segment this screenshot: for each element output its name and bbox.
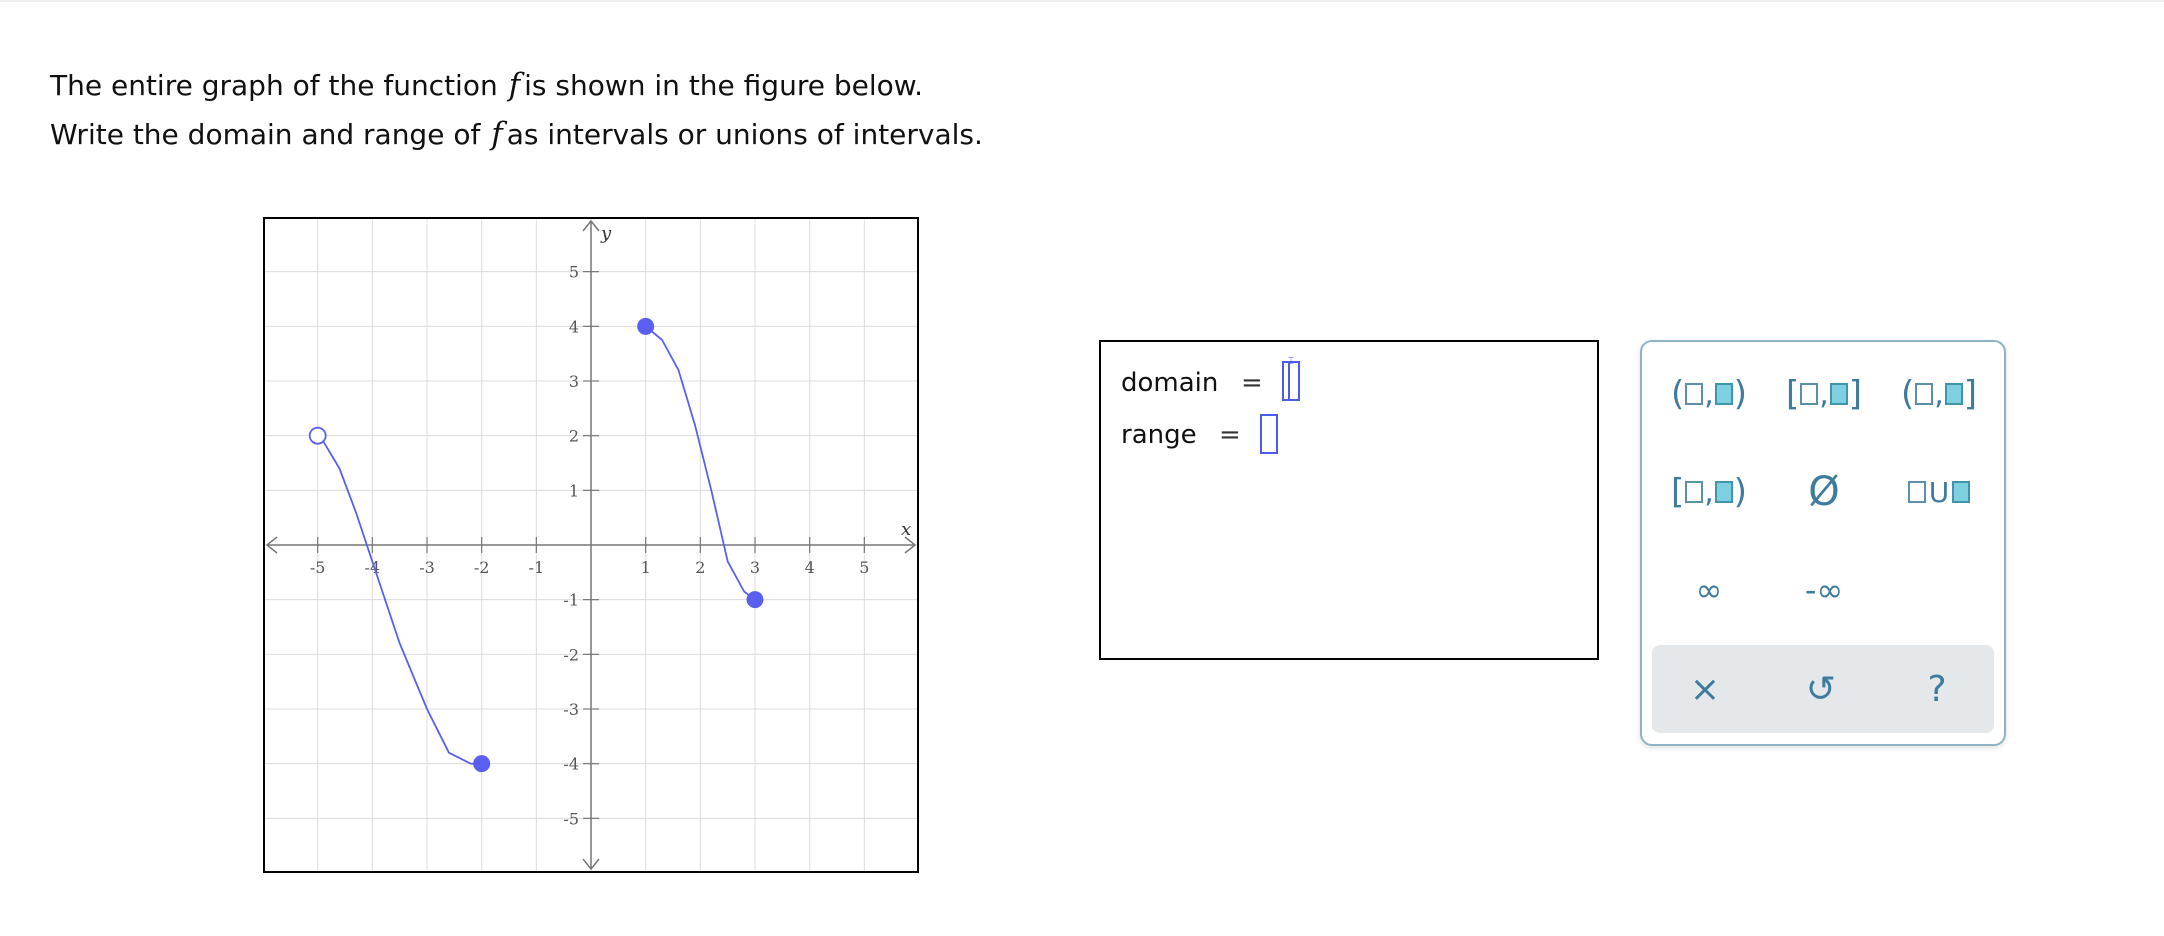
question-line-2: Write the domain and range of f as interv… [50,116,983,152]
comma-glyph: , [1704,376,1714,412]
blank-box-icon [1915,383,1934,405]
help-icon: ? [1927,668,1947,710]
x-tick-label: -2 [474,558,490,577]
paren-glyph: ( [1900,374,1915,414]
x-tick-label: -1 [529,558,545,577]
closed-open-interval-button[interactable]: [,) [1654,462,1764,522]
comma-glyph: , [1934,376,1944,412]
bracket-glyph: ] [1848,374,1863,414]
y-axis-label: y [600,223,612,244]
question-text: The entire graph of the function [50,69,498,102]
x-tick-label: -3 [419,558,435,577]
union-icon: U [1928,475,1950,509]
clear-button[interactable]: × [1660,645,1750,733]
union-button[interactable]: U [1884,462,1994,522]
range-label: range [1121,420,1197,450]
x-tick-label: 3 [750,558,760,577]
negative-infinity-icon: -∞ [1804,571,1844,609]
bracket-glyph: [ [1785,374,1800,414]
empty-set-icon: Ø [1808,469,1840,515]
comma-glyph: , [1819,376,1829,412]
y-tick-label: -2 [563,645,579,664]
open-open-interval-button[interactable]: (,) [1654,364,1764,424]
y-tick-label: -3 [563,700,579,719]
y-tick-label: 3 [569,372,579,391]
question-line-1: The entire graph of the function f is sho… [50,67,923,103]
x-tick-label: 4 [805,558,815,577]
paren-glyph: ( [1670,374,1685,414]
comma-glyph: , [1704,474,1714,510]
help-button[interactable]: ? [1892,645,1982,733]
negative-infinity-button[interactable]: -∞ [1769,560,1879,620]
bracket-glyph: [ [1670,472,1685,512]
equals-sign: = [1241,368,1263,398]
filled-box-icon [1952,481,1971,503]
question-text: is shown in the figure below. [524,69,923,102]
y-tick-label: 1 [569,481,579,500]
function-graph: xy -5 -4 -3 -2 -1 1 2 3 4 5 5 4 3 2 1 -1 -2 -3 -4 -5 [263,217,919,873]
blank-box-icon [1685,481,1704,503]
function-variable: f [508,67,521,103]
top-divider [0,0,2164,2]
infinity-button[interactable]: ∞ [1654,560,1764,620]
y-tick-label: 4 [569,317,579,336]
math-palette: (,) [,] (,] [,) Ø U ∞ -∞ × ↺ ? [1640,340,2006,746]
palette-footer: × ↺ ? [1652,645,1994,733]
x-tick-label: 5 [859,558,869,577]
paren-glyph: ) [1733,472,1748,512]
text-cursor [1288,363,1290,399]
y-tick-label: -1 [563,591,579,610]
y-tick-label: 2 [569,427,579,446]
open-endpoint [308,426,327,445]
close-icon: × [1689,668,1721,710]
equals-sign: = [1219,420,1241,450]
blank-box-icon [1800,383,1819,405]
undo-button[interactable]: ↺ [1776,645,1866,733]
domain-input[interactable]: ⌶ [1282,357,1300,401]
empty-set-button[interactable]: Ø [1769,462,1879,522]
question-text: as intervals or unions of intervals. [506,118,983,151]
y-tick-label: -4 [563,755,579,774]
closed-closed-interval-button[interactable]: [,] [1769,364,1879,424]
y-tick-label: -5 [563,809,579,828]
y-tick-label: 5 [569,263,579,282]
filled-box-icon [1714,481,1733,503]
range-input[interactable] [1260,414,1278,454]
paren-glyph: ) [1733,374,1748,414]
x-tick-label: 2 [695,558,705,577]
open-closed-interval-button[interactable]: (,] [1884,364,1994,424]
closed-endpoint [473,755,491,773]
filled-box-icon [1714,383,1733,405]
filled-box-icon [1829,383,1848,405]
x-axis-label: x [901,519,911,540]
axes: xy [265,219,917,871]
function-variable: f [491,116,503,152]
question-text: Write the domain and range of [50,118,481,151]
answer-box: domain = ⌶ range = [1099,340,1599,660]
blank-box-icon [1685,383,1704,405]
closed-endpoint [637,317,655,335]
blank-box-icon [1907,481,1926,503]
infinity-icon: ∞ [1695,571,1723,609]
domain-label: domain [1121,368,1219,398]
undo-icon: ↺ [1805,668,1837,710]
graph-canvas: xy -5 -4 -3 -2 -1 1 2 3 4 554321-1-2-3-4-5 [265,219,917,871]
bracket-glyph: ] [1963,374,1978,414]
x-tick-label: -5 [310,558,326,577]
filled-box-icon [1944,383,1963,405]
x-tick-label: 1 [641,558,651,577]
closed-endpoint [746,591,764,609]
